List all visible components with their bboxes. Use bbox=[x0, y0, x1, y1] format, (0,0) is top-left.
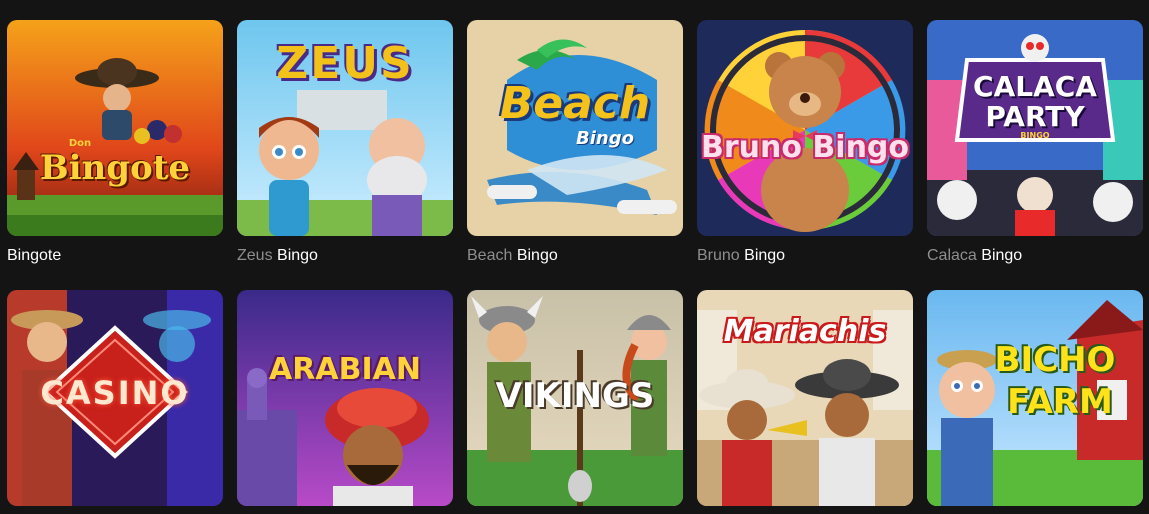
game-card-bruno-bingo[interactable]: Bruno Bingo Bruno Bingo bbox=[697, 20, 913, 276]
game-thumbnail-zeus-bingo[interactable]: ZEUS bbox=[237, 20, 453, 236]
game-card-arabian[interactable]: ARABIAN bbox=[237, 290, 453, 506]
game-title-bruno-bingo-name: Bruno bbox=[697, 247, 740, 264]
calaca-artwork bbox=[927, 20, 1143, 236]
game-title-zeus-bingo-name: Zeus bbox=[237, 247, 273, 264]
game-title-bruno-bingo-suffix: Bingo bbox=[744, 247, 786, 264]
game-card-calaca-bingo[interactable]: CALACA PARTY BINGO Calaca Bingo bbox=[927, 20, 1143, 276]
game-title-beach-bingo-name: Beach bbox=[467, 247, 513, 264]
game-thumbnail-bicho-farm[interactable]: BICHO FARM bbox=[927, 290, 1143, 506]
mariachis-artwork bbox=[697, 290, 913, 506]
game-title-calaca-bingo-name: Calaca bbox=[927, 247, 977, 264]
game-thumbnail-casino[interactable]: CASINO bbox=[7, 290, 223, 506]
games-grid: Don Bingote Bingote ZEUS Zeus Bingo Beac… bbox=[7, 20, 1143, 506]
arabian-artwork bbox=[237, 290, 453, 506]
game-thumbnail-bingote[interactable]: Don Bingote bbox=[7, 20, 223, 236]
game-card-zeus-bingo[interactable]: ZEUS Zeus Bingo bbox=[237, 20, 453, 276]
beach-artwork bbox=[467, 20, 683, 236]
bingote-artwork bbox=[7, 20, 223, 236]
bruno-artwork bbox=[697, 20, 913, 236]
game-card-bingote[interactable]: Don Bingote Bingote bbox=[7, 20, 223, 276]
game-card-beach-bingo[interactable]: Beach Bingo Beach Bingo bbox=[467, 20, 683, 276]
casino-artwork bbox=[7, 290, 223, 506]
zeus-artwork bbox=[237, 20, 453, 236]
game-thumbnail-mariachis[interactable]: Mariachis bbox=[697, 290, 913, 506]
game-title-calaca-bingo[interactable]: Calaca Bingo bbox=[927, 246, 1143, 266]
game-title-zeus-bingo[interactable]: Zeus Bingo bbox=[237, 246, 453, 266]
game-card-vikings[interactable]: VIKINGS bbox=[467, 290, 683, 506]
game-title-calaca-bingo-suffix: Bingo bbox=[981, 247, 1023, 264]
game-title-beach-bingo[interactable]: Beach Bingo bbox=[467, 246, 683, 266]
game-title-bingote[interactable]: Bingote bbox=[7, 246, 223, 266]
game-thumbnail-calaca-bingo[interactable]: CALACA PARTY BINGO bbox=[927, 20, 1143, 236]
vikings-artwork bbox=[467, 290, 683, 506]
game-thumbnail-arabian[interactable]: ARABIAN bbox=[237, 290, 453, 506]
game-title-bruno-bingo[interactable]: Bruno Bingo bbox=[697, 246, 913, 266]
game-thumbnail-bruno-bingo[interactable]: Bruno Bingo bbox=[697, 20, 913, 236]
game-thumbnail-beach-bingo[interactable]: Beach Bingo bbox=[467, 20, 683, 236]
game-title-zeus-bingo-suffix: Bingo bbox=[277, 247, 318, 264]
game-title-beach-bingo-suffix: Bingo bbox=[516, 247, 558, 264]
bicho-farm-artwork bbox=[927, 290, 1143, 506]
game-card-casino[interactable]: CASINO bbox=[7, 290, 223, 506]
game-title-bingote-text: Bingote bbox=[7, 247, 62, 264]
game-card-mariachis[interactable]: Mariachis bbox=[697, 290, 913, 506]
game-thumbnail-vikings[interactable]: VIKINGS bbox=[467, 290, 683, 506]
game-card-bicho-farm[interactable]: BICHO FARM bbox=[927, 290, 1143, 506]
